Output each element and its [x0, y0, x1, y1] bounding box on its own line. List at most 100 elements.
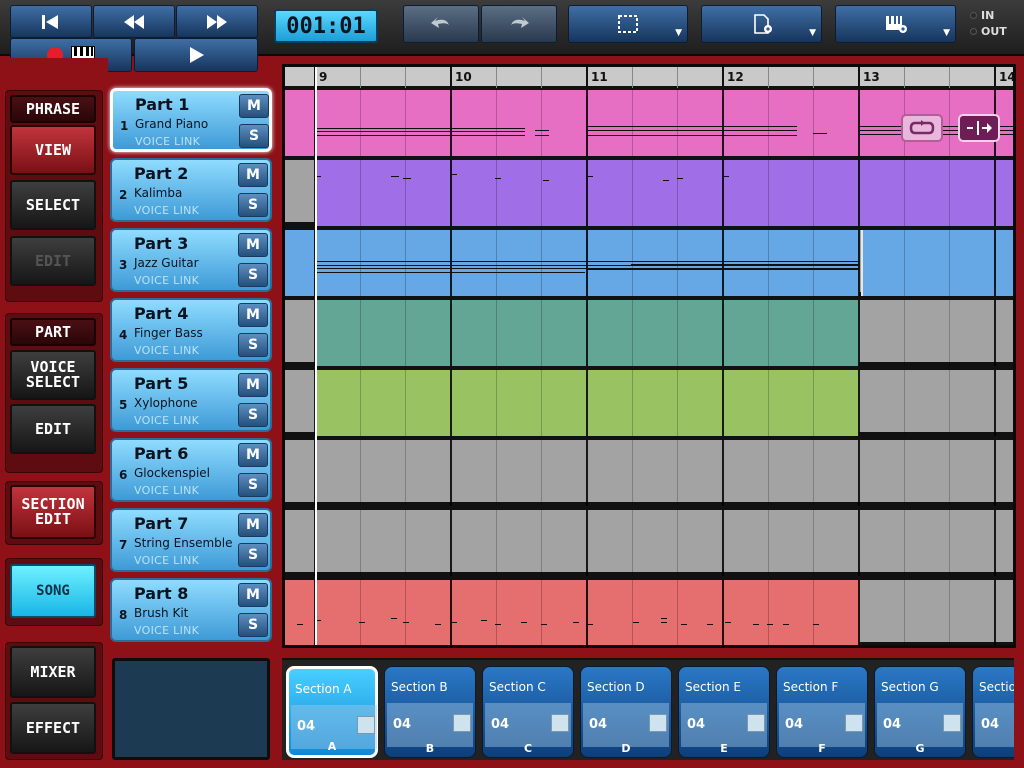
part-number: 1 — [120, 119, 129, 133]
lane-part-5[interactable] — [285, 370, 1013, 436]
part-tile-6[interactable]: Part 6 6 Glockenspiel VOICE LINK M S — [110, 438, 272, 502]
solo-button[interactable]: S — [238, 193, 268, 217]
solo-button[interactable]: S — [239, 124, 269, 148]
part-tile-5[interactable]: Part 5 5 Xylophone VOICE LINK M S — [110, 368, 272, 432]
measure-ruler[interactable]: 9 10 11 12 13 14 — [285, 67, 1016, 88]
measure-line — [450, 160, 452, 226]
measure-line — [858, 440, 860, 506]
ruler-measure-label: 14 — [999, 70, 1016, 84]
section-length-box[interactable] — [649, 714, 667, 732]
mute-button[interactable]: M — [238, 443, 268, 467]
section-button-b[interactable]: Section B 04 B — [384, 666, 476, 758]
lane-part-3[interactable] — [285, 230, 1013, 296]
measure-line — [586, 230, 588, 296]
phrase-block[interactable] — [315, 160, 1013, 226]
ruler-beat-tick — [541, 67, 542, 88]
phrase-block[interactable] — [861, 230, 1013, 296]
measure-line — [586, 160, 588, 226]
beat-line — [632, 230, 633, 296]
split-button[interactable] — [958, 114, 1000, 142]
section-button-a[interactable]: Section A 04 A — [286, 666, 378, 758]
solo-button[interactable]: S — [238, 473, 268, 497]
note-bar — [451, 174, 457, 175]
part-tile-7[interactable]: Part 7 7 String Ensemble VOICE LINK M S — [110, 508, 272, 572]
fast-forward-button[interactable] — [176, 5, 258, 38]
section-button-e[interactable]: Section E 04 E — [678, 666, 770, 758]
section-edit-button[interactable]: SECTION EDIT — [10, 485, 96, 539]
part-edit-button[interactable]: EDIT — [10, 404, 96, 454]
phrase-grid[interactable]: 9 10 11 12 13 14 — [282, 64, 1016, 648]
undo-button[interactable] — [403, 5, 479, 43]
part-tile-2[interactable]: Part 2 2 Kalimba VOICE LINK M S — [110, 158, 272, 222]
note-bar — [725, 622, 731, 623]
select-area-button[interactable]: ▼ — [568, 5, 688, 43]
part-tile-3[interactable]: Part 3 3 Jazz Guitar VOICE LINK M S — [110, 228, 272, 292]
section-length-box[interactable] — [357, 716, 375, 734]
phrase-select-button[interactable]: SELECT — [10, 180, 96, 230]
note-bar — [587, 269, 859, 270]
lane-part-7[interactable] — [285, 510, 1013, 576]
section-length-box[interactable] — [845, 714, 863, 732]
section-length-box[interactable] — [453, 714, 471, 732]
lane-part-8[interactable] — [285, 580, 1013, 645]
beat-line — [904, 300, 905, 366]
phrase-block[interactable] — [285, 90, 315, 156]
effect-button[interactable]: EFFECT — [10, 702, 96, 754]
beat-line — [496, 300, 497, 366]
section-button-f[interactable]: Section F 04 F — [776, 666, 868, 758]
section-length: 04 — [981, 717, 1000, 732]
rewind-button[interactable] — [93, 5, 175, 38]
song-button[interactable]: SONG — [10, 564, 96, 618]
mute-button[interactable]: M — [238, 163, 268, 187]
note-bar — [631, 264, 859, 265]
lane-part-4[interactable] — [285, 300, 1013, 366]
measure-line — [450, 440, 452, 506]
solo-button[interactable]: S — [238, 613, 268, 637]
playhead[interactable] — [315, 67, 317, 645]
skip-to-start-button[interactable] — [10, 5, 92, 38]
part-tile-8[interactable]: Part 8 8 Brush Kit VOICE LINK M S — [110, 578, 272, 642]
beat-line — [360, 300, 361, 366]
mute-button[interactable]: M — [238, 233, 268, 257]
lane-part-1[interactable] — [285, 90, 1013, 156]
part-tile-1[interactable]: Part 1 1 Grand Piano VOICE LINK M S — [110, 88, 272, 152]
section-button-g[interactable]: Section G 04 G — [874, 666, 966, 758]
file-menu-button[interactable]: ▼ — [701, 5, 822, 43]
phrase-block[interactable] — [285, 580, 315, 645]
solo-button[interactable]: S — [238, 403, 268, 427]
section-button-c[interactable]: Section C 04 C — [482, 666, 574, 758]
phrase-edit-button[interactable]: EDIT — [10, 236, 96, 286]
section-button-h[interactable]: Section H 04 H — [972, 666, 1014, 758]
section-length-box[interactable] — [747, 714, 765, 732]
section-length-box[interactable] — [943, 714, 961, 732]
setup-menu-button[interactable]: ▼ — [835, 5, 956, 43]
phrase-block[interactable] — [285, 230, 315, 296]
measure-line — [450, 230, 452, 296]
mute-button[interactable]: M — [238, 373, 268, 397]
note-bar — [391, 618, 397, 619]
view-button[interactable]: VIEW — [10, 125, 96, 175]
lane-part-6[interactable] — [285, 440, 1013, 506]
mute-button[interactable]: M — [238, 583, 268, 607]
section-length-box[interactable] — [551, 714, 569, 732]
lane-part-2[interactable] — [285, 160, 1013, 226]
voice-link-label: VOICE LINK — [134, 204, 200, 217]
section-length: 04 — [491, 717, 510, 732]
measure-line — [858, 580, 860, 645]
mixer-button[interactable]: MIXER — [10, 646, 96, 698]
part-number: 5 — [119, 398, 128, 412]
loop-button[interactable] — [901, 114, 943, 142]
voice-select-button[interactable]: VOICE SELECT — [10, 350, 96, 400]
redo-button[interactable] — [481, 5, 557, 43]
section-button-d[interactable]: Section D 04 D — [580, 666, 672, 758]
solo-button[interactable]: S — [238, 543, 268, 567]
solo-button[interactable]: S — [238, 263, 268, 287]
solo-button[interactable]: S — [238, 333, 268, 357]
mute-button[interactable]: M — [238, 513, 268, 537]
mute-button[interactable]: M — [239, 94, 269, 118]
mute-button[interactable]: M — [238, 303, 268, 327]
play-button[interactable] — [134, 38, 258, 72]
voice-link-label: VOICE LINK — [134, 484, 200, 497]
ruler-measure-label: 13 — [863, 70, 880, 84]
part-tile-4[interactable]: Part 4 4 Finger Bass VOICE LINK M S — [110, 298, 272, 362]
